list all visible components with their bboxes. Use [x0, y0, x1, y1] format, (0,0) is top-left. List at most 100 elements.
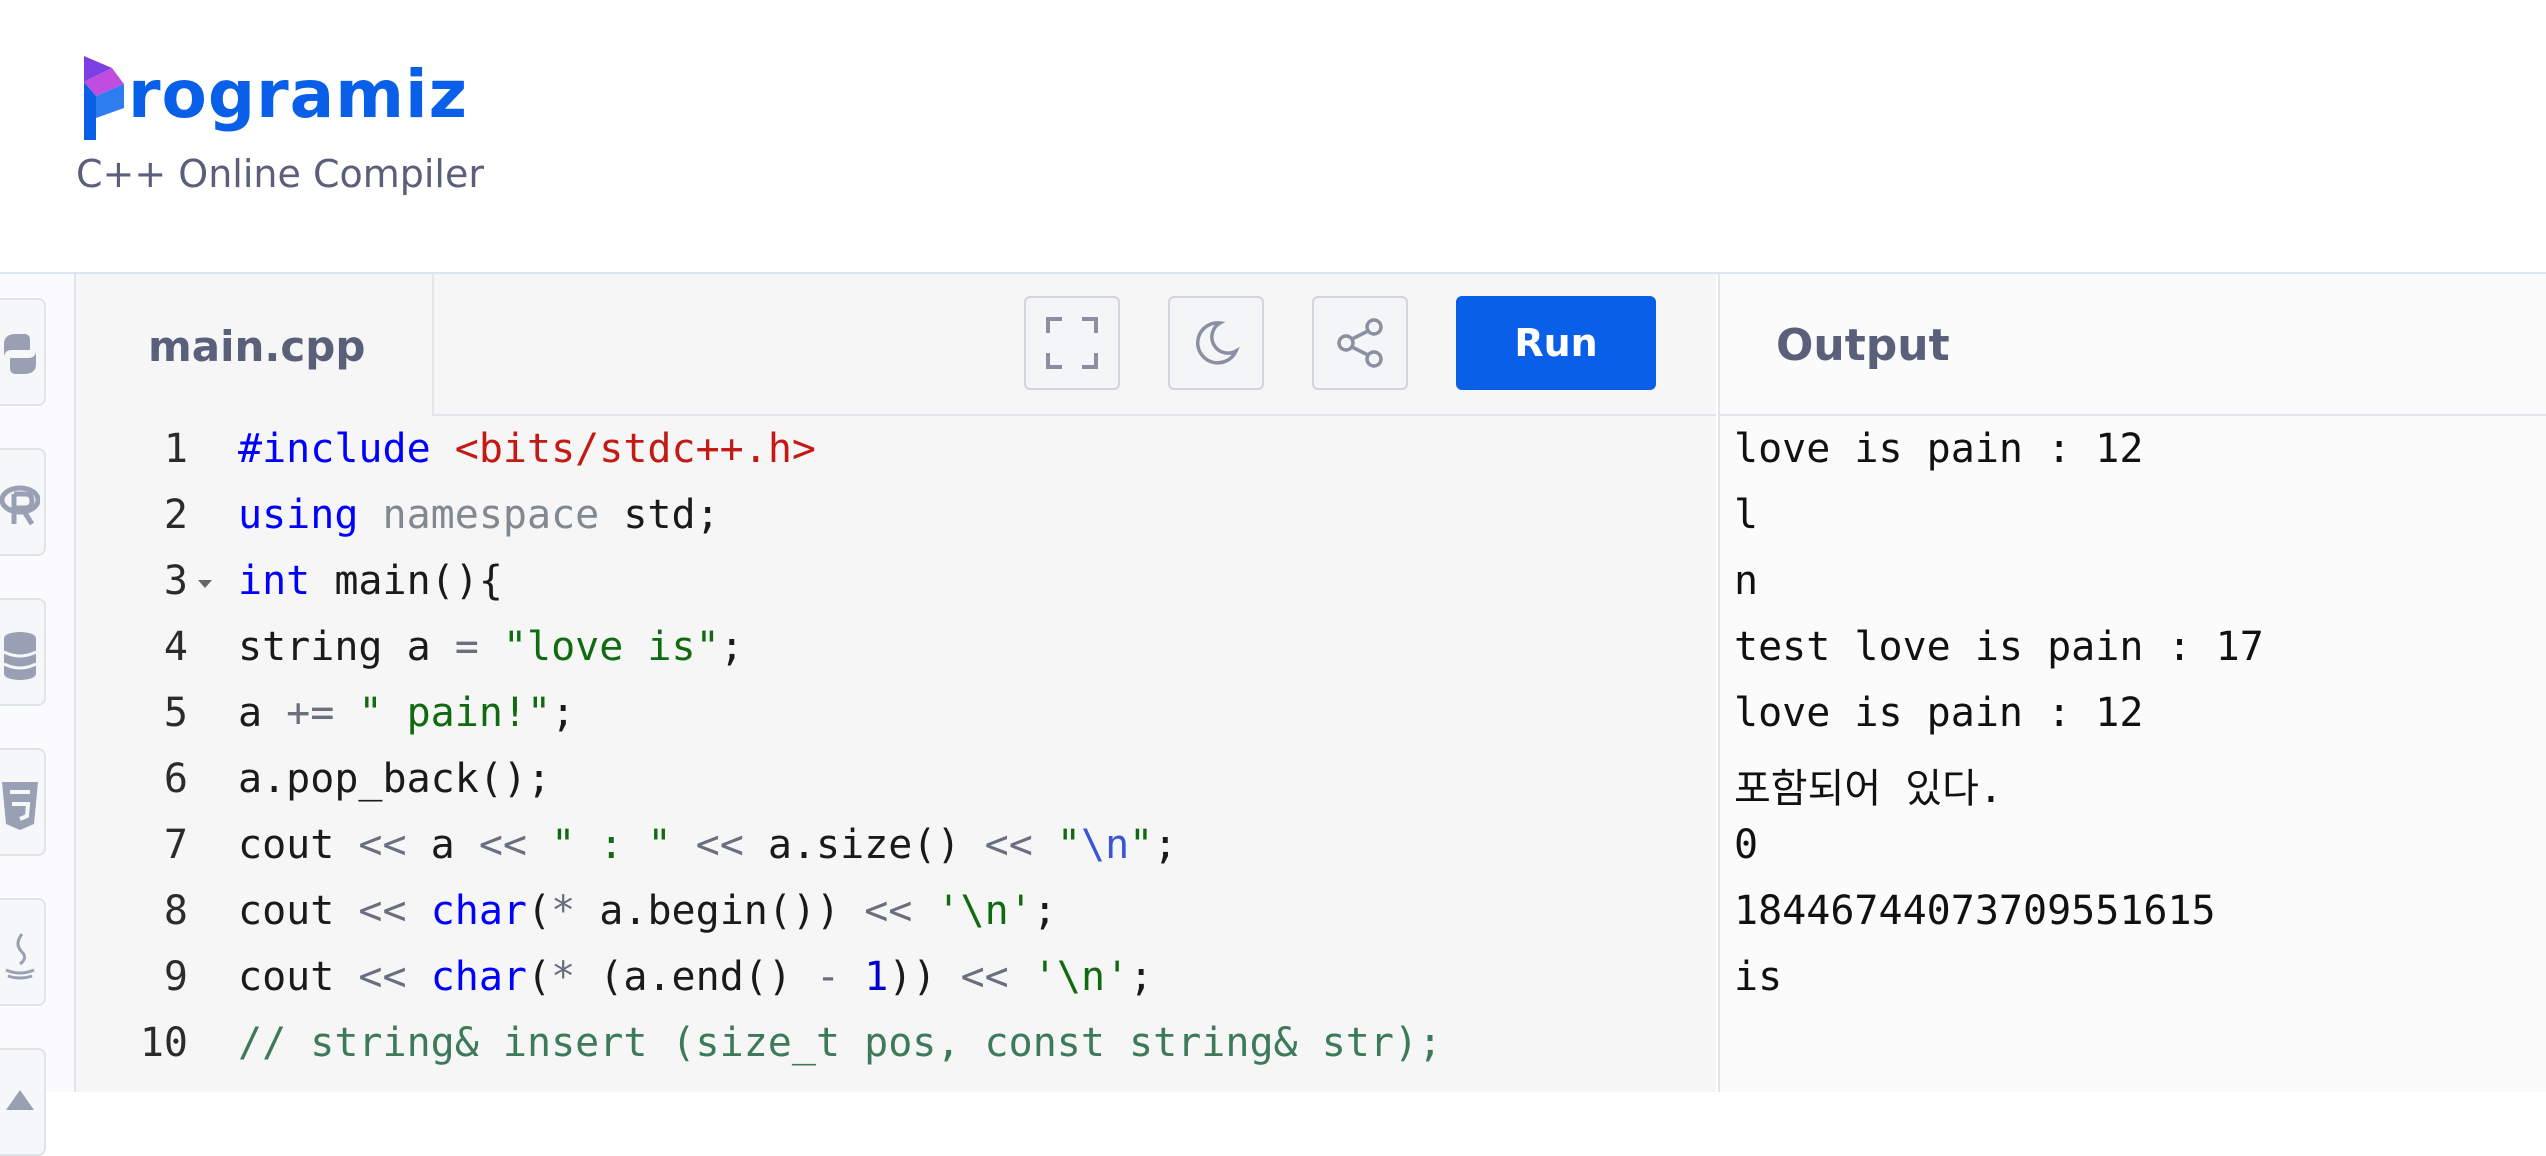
code-token: ": [1129, 822, 1154, 868]
output-line: love is pain : 12: [1734, 426, 2144, 472]
html-icon[interactable]: [0, 748, 46, 856]
code-token: <bits/stdc++.h>: [454, 426, 816, 472]
programiz-logo[interactable]: rogramiz: [82, 40, 468, 140]
code-line[interactable]: 3 int main(){: [76, 548, 1716, 614]
sql-icon[interactable]: [0, 598, 46, 706]
line-number: 1: [163, 426, 188, 472]
file-tab-main-cpp[interactable]: main.cpp: [76, 274, 434, 416]
code-token: char: [430, 888, 528, 934]
code-token: " : ": [551, 822, 672, 868]
file-tab-label: main.cpp: [148, 322, 366, 371]
line-number: 5: [163, 690, 188, 736]
code-token: <<: [478, 822, 528, 868]
output-title: Output: [1776, 320, 1950, 371]
code-line[interactable]: 7 cout << a << " : " << a.size() << "\n";: [76, 812, 1716, 878]
code-line[interactable]: 10 // string& insert (size_t pos, const s…: [76, 1010, 1716, 1076]
code-token: <<: [358, 954, 407, 1000]
code-text: a += " pain!";: [238, 690, 575, 736]
run-button[interactable]: Run: [1456, 296, 1656, 390]
code-token: cout: [238, 822, 359, 868]
code-token: <<: [358, 822, 407, 868]
code-text: string a = "love is";: [238, 624, 744, 670]
code-token: '\n': [1032, 954, 1130, 1000]
code-token: <<: [864, 888, 913, 934]
code-token: a: [406, 822, 479, 868]
code-token: // string& insert (size_t pos, const str…: [238, 1020, 1443, 1066]
code-line[interactable]: 5 a += " pain!";: [76, 680, 1716, 746]
code-token: (: [527, 888, 552, 934]
line-number: 8: [163, 888, 188, 934]
code-line[interactable]: 2 using namespace std;: [76, 482, 1716, 548]
code-editor[interactable]: 1 #include <bits/stdc++.h> 2 using namespac…: [76, 416, 1716, 1092]
programiz-logo-icon: [84, 56, 124, 140]
code-token: (: [527, 954, 552, 1000]
share-icon: [1337, 318, 1383, 368]
code-text: cout << a << " : " << a.size() << "\n";: [238, 822, 1177, 868]
fullscreen-button[interactable]: [1024, 296, 1120, 390]
code-token: =: [454, 624, 479, 670]
output-line: 0: [1734, 822, 1759, 868]
language-sidebar: [0, 274, 76, 1156]
code-token: a.pop_back();: [238, 756, 552, 802]
code-token: string a: [238, 624, 455, 670]
code-line[interactable]: 1 #include <bits/stdc++.h>: [76, 416, 1716, 482]
code-token: *: [551, 954, 576, 1000]
editor-tabbar: main.cpp Run: [76, 274, 1716, 416]
code-token: " pain!": [358, 690, 552, 736]
code-token: ;: [551, 690, 576, 736]
code-token: cout: [238, 888, 359, 934]
line-number: 9: [163, 954, 188, 1000]
r-icon[interactable]: [0, 448, 46, 556]
output-line: test love is pain : 17: [1734, 624, 2264, 670]
theme-toggle-button[interactable]: [1168, 296, 1264, 390]
code-token: ;: [719, 624, 744, 670]
logo-text: rogramiz: [128, 56, 469, 133]
code-token: ;: [1129, 954, 1154, 1000]
code-token: *: [551, 888, 576, 934]
output-header: Output: [1720, 274, 2546, 416]
output-line: love is pain : 12: [1734, 690, 2144, 736]
other-icon[interactable]: [0, 1048, 46, 1156]
code-token: -: [816, 954, 841, 1000]
code-token: (a.end(): [575, 954, 817, 1000]
line-number: 6: [163, 756, 188, 802]
code-line[interactable]: 9 cout << char(* (a.end() - 1)) << '\n';: [76, 944, 1716, 1010]
share-button[interactable]: [1312, 296, 1408, 390]
code-line[interactable]: 8 cout << char(* a.begin()) << '\n';: [76, 878, 1716, 944]
code-token: "love is": [502, 624, 720, 670]
code-token: a: [238, 690, 287, 736]
code-token: 1: [864, 954, 889, 1000]
code-token: \n: [1080, 822, 1130, 868]
code-line[interactable]: 4 string a = "love is";: [76, 614, 1716, 680]
code-token: a.size(): [743, 822, 985, 868]
line-number: 4: [163, 624, 188, 670]
moon-icon: [1195, 321, 1240, 365]
code-token: ;: [1032, 888, 1057, 934]
line-number: 10: [139, 1020, 188, 1066]
code-token: <<: [960, 954, 1009, 1000]
line-number: 2: [163, 492, 188, 538]
fullscreen-icon: [1046, 317, 1098, 369]
output-line: 포함되어 있다.: [1734, 766, 2003, 812]
java-icon[interactable]: [0, 898, 46, 1006]
code-token: ;: [1153, 822, 1178, 868]
code-line[interactable]: 6 a.pop_back();: [76, 746, 1716, 812]
fold-arrow-icon[interactable]: [198, 580, 212, 588]
header: rogramiz C++ Online Compiler: [0, 0, 2546, 272]
python-icon[interactable]: [0, 298, 46, 406]
code-token: a.begin()): [575, 888, 865, 934]
code-text: // string& insert (size_t pos, const str…: [238, 1020, 1442, 1066]
line-number: 7: [163, 822, 188, 868]
code-token: int: [238, 558, 311, 604]
code-text: a.pop_back();: [238, 756, 551, 802]
line-number: 3: [163, 558, 188, 604]
